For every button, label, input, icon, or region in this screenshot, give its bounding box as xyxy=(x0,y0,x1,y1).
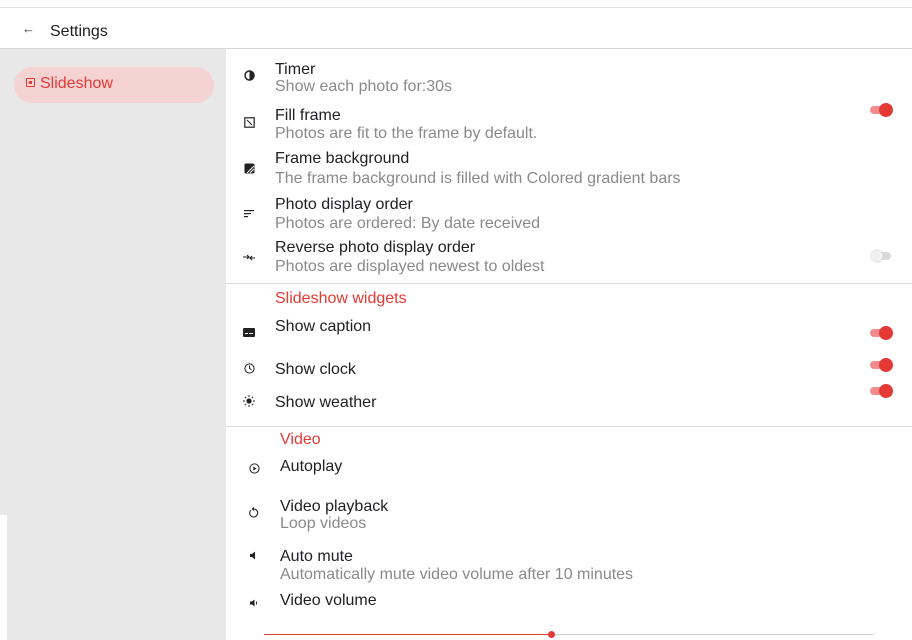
setting-title: Timer xyxy=(275,61,316,78)
setting-title: Photo display order xyxy=(275,196,413,213)
setting-video-volume[interactable]: Video volume xyxy=(226,589,912,615)
page-title: Settings xyxy=(50,23,108,40)
setting-autoplay[interactable]: Autoplay xyxy=(226,454,912,488)
settings-panel: Timer Show each photo for:30s Fill frame… xyxy=(226,49,912,640)
setting-show-caption[interactable]: Show caption xyxy=(226,315,912,349)
show-clock-toggle[interactable] xyxy=(870,358,893,372)
setting-title: Autoplay xyxy=(280,458,343,475)
setting-video-playback[interactable]: Video playback Loop videos xyxy=(226,495,912,533)
slider-fill xyxy=(264,634,551,635)
setting-fill-frame[interactable]: Fill frame Photos are fit to the frame b… xyxy=(226,103,912,143)
setting-title: Show caption xyxy=(275,318,372,335)
section-heading-video: Video xyxy=(280,431,321,448)
setting-timer[interactable]: Timer Show each photo for:30s xyxy=(226,59,912,95)
setting-subtitle: Photos are ordered: By date received xyxy=(275,215,541,232)
app-header: ← Settings xyxy=(0,8,912,49)
crop-icon xyxy=(242,115,256,129)
setting-title: Fill frame xyxy=(275,107,341,124)
setting-title: Reverse photo display order xyxy=(275,239,476,256)
swap-icon xyxy=(242,250,256,264)
section-heading-widgets: Slideshow widgets xyxy=(275,290,407,307)
reverse-order-toggle[interactable] xyxy=(871,249,893,263)
play-circle-icon xyxy=(247,461,261,475)
section-divider xyxy=(226,283,912,284)
clock-icon xyxy=(242,361,256,375)
setting-title: Show clock xyxy=(275,361,356,378)
timer-icon xyxy=(242,68,256,82)
sun-icon xyxy=(242,394,256,408)
setting-auto-mute[interactable]: Auto mute Automatically mute video volum… xyxy=(226,545,912,583)
setting-photo-display-order[interactable]: Photo display order Photos are ordered: … xyxy=(226,196,912,234)
caption-icon xyxy=(242,325,256,339)
volume-icon xyxy=(247,596,261,610)
back-arrow-icon[interactable]: ← xyxy=(22,22,35,36)
setting-reverse-order[interactable]: Reverse photo display order Photos are d… xyxy=(226,239,912,277)
setting-show-weather[interactable]: Show weather xyxy=(226,384,912,421)
show-caption-toggle[interactable] xyxy=(870,326,893,340)
setting-subtitle: Photos are displayed newest to oldest xyxy=(275,258,545,275)
setting-subtitle: Loop videos xyxy=(280,515,367,532)
replay-icon xyxy=(247,505,261,519)
slideshow-icon xyxy=(26,78,35,87)
slider-thumb[interactable] xyxy=(547,631,555,638)
volume-mute-icon xyxy=(247,548,261,562)
setting-title: Video playback xyxy=(280,498,389,515)
setting-title: Show weather xyxy=(275,394,377,411)
setting-title: Frame background xyxy=(275,150,410,167)
setting-subtitle: Photos are fit to the frame by default. xyxy=(275,125,538,142)
setting-subtitle: The frame background is filled with Colo… xyxy=(275,170,681,187)
sidebar-item-slideshow[interactable]: Slideshow xyxy=(14,67,214,103)
setting-subtitle: Automatically mute video volume after 10… xyxy=(280,566,634,583)
setting-title: Auto mute xyxy=(280,548,353,565)
setting-frame-background[interactable]: Frame background The frame background is… xyxy=(226,150,912,189)
sidebar: Slideshow xyxy=(0,49,226,640)
sidebar-item-label: Slideshow xyxy=(40,75,113,92)
gradient-icon xyxy=(242,161,256,175)
sidebar-edge xyxy=(0,515,7,640)
setting-show-clock[interactable]: Show clock xyxy=(226,354,912,388)
fill-frame-toggle[interactable] xyxy=(870,103,893,117)
show-weather-toggle[interactable] xyxy=(870,384,893,398)
section-divider xyxy=(226,426,912,427)
volume-slider[interactable] xyxy=(264,631,874,639)
setting-subtitle: Show each photo for:30s xyxy=(275,78,453,95)
sort-icon xyxy=(242,206,256,220)
setting-title: Video volume xyxy=(280,592,377,609)
